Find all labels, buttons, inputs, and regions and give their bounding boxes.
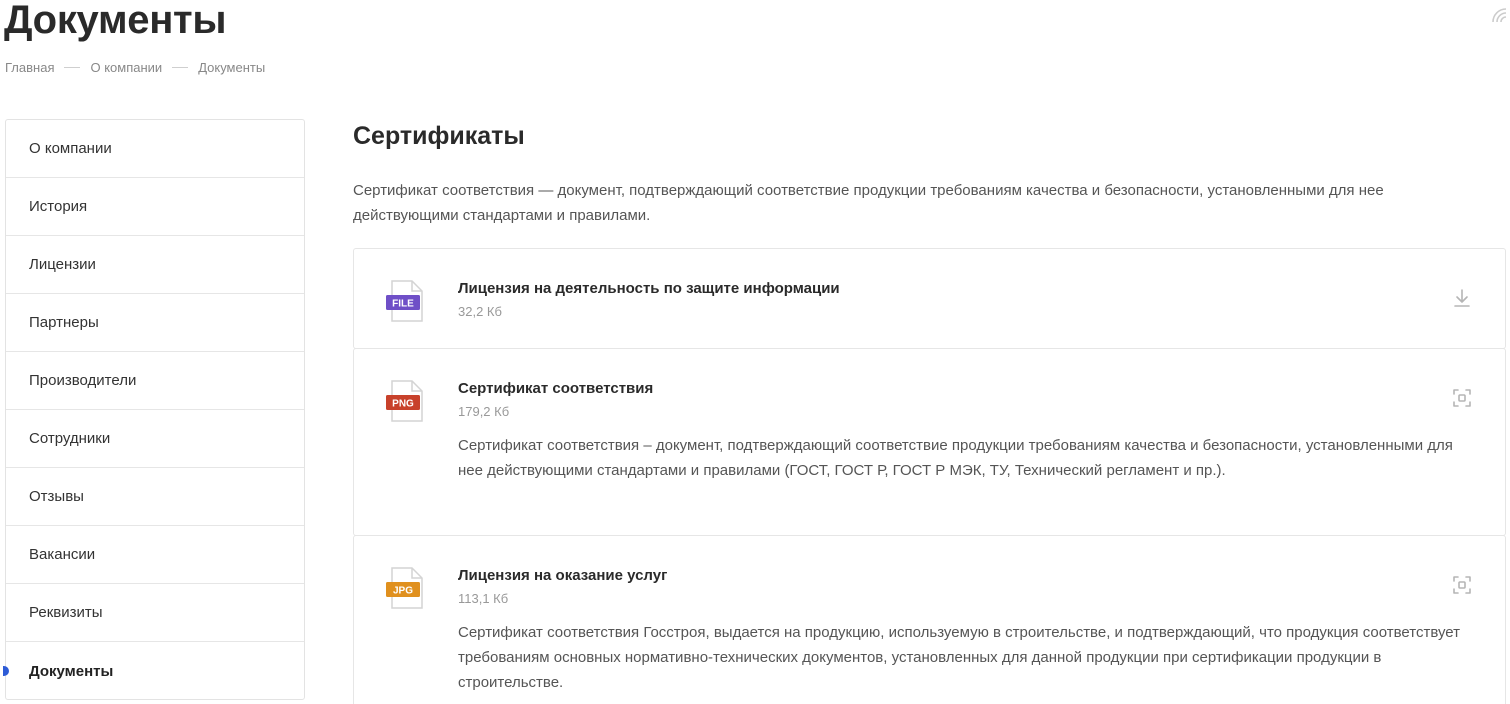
zoom-icon[interactable] — [1451, 387, 1473, 409]
breadcrumb-home[interactable]: Главная — [5, 60, 54, 75]
sidebar-item-reviews[interactable]: Отзывы — [6, 468, 304, 526]
file-type-badge: FILE — [392, 299, 414, 310]
sidebar-item-manufacturers[interactable]: Производители — [6, 352, 304, 410]
document-list: FILE Лицензия на деятельность по защите … — [353, 248, 1506, 704]
document-size: 113,1 Кб — [458, 591, 509, 606]
document-size: 32,2 Кб — [458, 304, 502, 319]
sidebar-item-about[interactable]: О компании — [6, 120, 304, 178]
sidebar-item-partners[interactable]: Партнеры — [6, 294, 304, 352]
file-icon: FILE — [386, 280, 423, 322]
main-content: Сертификаты Сертификат соответствия — до… — [353, 119, 1506, 228]
document-card[interactable]: FILE Лицензия на деятельность по защите … — [353, 248, 1506, 349]
document-card[interactable]: PNG Сертификат соответствия 179,2 Кб Сер… — [353, 348, 1506, 536]
document-size: 179,2 Кб — [458, 404, 510, 419]
document-name[interactable]: Лицензия на оказание услуг — [458, 567, 667, 584]
file-icon: PNG — [386, 380, 423, 422]
sidebar-item-vacancies[interactable]: Вакансии — [6, 526, 304, 584]
active-indicator — [3, 666, 9, 676]
document-card[interactable]: JPG Лицензия на оказание услуг 113,1 Кб … — [353, 535, 1506, 704]
file-icon: JPG — [386, 567, 423, 609]
section-intro: Сертификат соответствия — документ, подт… — [353, 182, 1384, 224]
section-title: Сертификаты — [353, 122, 525, 150]
sidebar-item-requisites[interactable]: Реквизиты — [6, 584, 304, 642]
document-name[interactable]: Сертификат соответствия — [458, 380, 653, 397]
breadcrumb-current: Документы — [198, 60, 266, 75]
page-title: Документы — [4, 0, 227, 42]
download-icon[interactable] — [1451, 287, 1473, 309]
document-description: Сертификат соответствия – документ, подт… — [458, 437, 1453, 479]
zoom-icon[interactable] — [1451, 574, 1473, 596]
breadcrumb-separator — [64, 67, 81, 68]
signal-icon[interactable] — [1490, 6, 1508, 24]
breadcrumb-separator — [172, 67, 189, 68]
sidebar-item-documents[interactable]: Документы — [3, 642, 304, 700]
sidebar-item-history[interactable]: История — [6, 178, 304, 236]
file-type-badge: JPG — [393, 586, 413, 597]
breadcrumb-about[interactable]: О компании — [90, 60, 162, 75]
sidebar-item-label: Документы — [29, 662, 114, 680]
document-description: Сертификат соответствия Госстроя, выдает… — [458, 624, 1461, 691]
sidebar-menu: О компании История Лицензии Партнеры Про… — [3, 119, 305, 700]
sidebar-item-licenses[interactable]: Лицензии — [6, 236, 304, 294]
breadcrumb: Главная О компании Документы — [5, 60, 265, 75]
sidebar-item-staff[interactable]: Сотрудники — [6, 410, 304, 468]
document-name[interactable]: Лицензия на деятельность по защите инфор… — [458, 280, 840, 297]
file-type-badge: PNG — [392, 399, 414, 410]
